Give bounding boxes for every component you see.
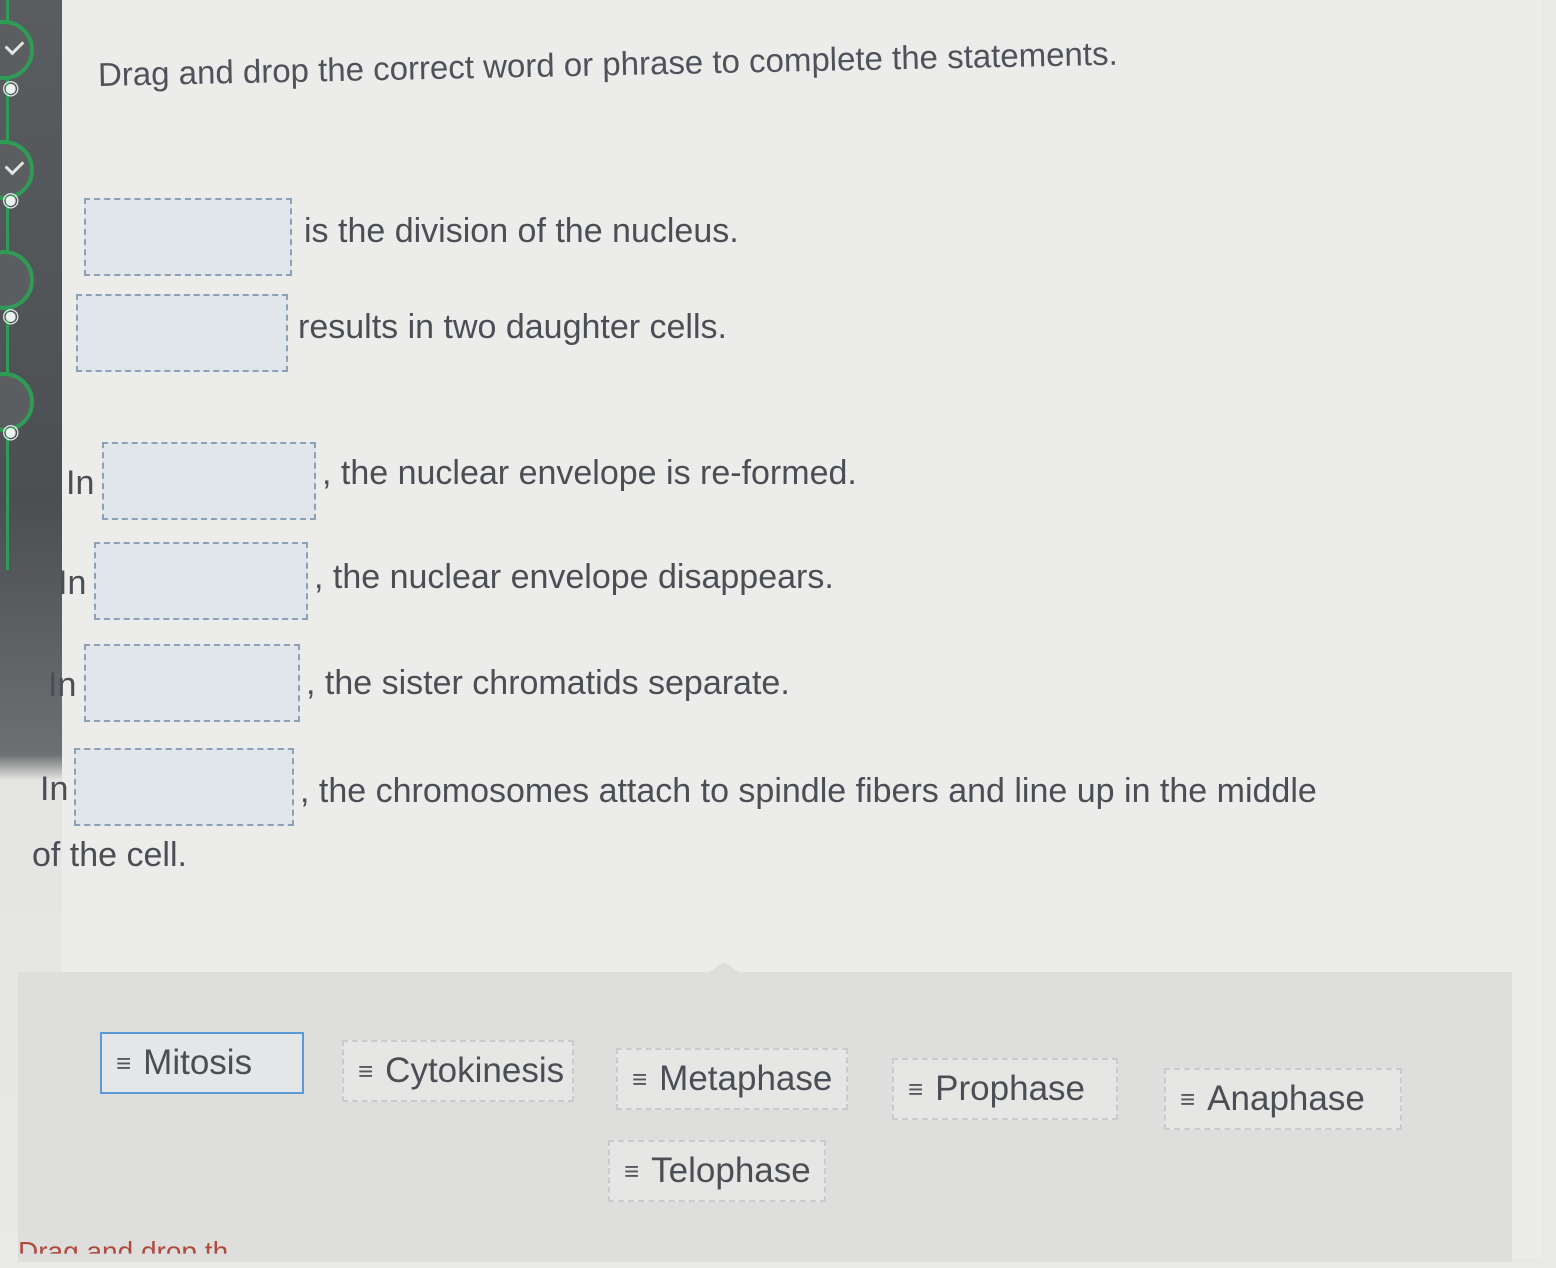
hidden-eye-icon[interactable]: ◉ <box>2 304 32 328</box>
option-label: Mitosis <box>143 1043 253 1082</box>
drop-zone-2[interactable] <box>76 294 288 372</box>
drop-zone-4[interactable] <box>94 542 308 620</box>
drag-handle-icon: ≡ <box>116 1047 132 1078</box>
statement-3-prefix: In <box>66 464 95 502</box>
drag-handle-icon: ≡ <box>908 1073 924 1104</box>
check-icon <box>4 35 25 56</box>
option-label: Cytokinesis <box>385 1051 565 1090</box>
drag-handle-icon: ≡ <box>632 1063 648 1094</box>
option-prophase[interactable]: ≡ Prophase <box>892 1058 1118 1120</box>
statement-6-continuation: of the cell. <box>32 836 187 874</box>
hidden-eye-icon[interactable]: ◉ <box>2 76 32 100</box>
statement-3-suffix: , the nuclear envelope is re-formed. <box>322 454 857 492</box>
option-label: Prophase <box>935 1069 1085 1108</box>
drop-zone-5[interactable] <box>84 644 300 722</box>
next-question-heading: Drag and drop th <box>18 1236 229 1267</box>
option-cytokinesis[interactable]: ≡ Cytokinesis <box>342 1040 574 1102</box>
option-mitosis[interactable]: ≡ Mitosis <box>100 1032 304 1094</box>
drag-handle-icon: ≡ <box>624 1155 640 1186</box>
step-complete-3[interactable] <box>0 250 34 310</box>
option-telophase[interactable]: ≡ Telophase <box>608 1140 826 1202</box>
statement-6-prefix: In <box>40 770 69 808</box>
drag-handle-icon: ≡ <box>358 1055 374 1086</box>
option-label: Metaphase <box>659 1059 833 1098</box>
option-label: Anaphase <box>1207 1079 1365 1118</box>
statement-4-prefix: In <box>58 564 87 602</box>
statement-6-suffix: , the chromosomes attach to spindle fibe… <box>300 772 1317 810</box>
option-metaphase[interactable]: ≡ Metaphase <box>616 1048 848 1110</box>
statement-4-suffix: , the nuclear envelope disappears. <box>314 558 834 596</box>
drag-handle-icon: ≡ <box>1180 1083 1196 1114</box>
eye-icon[interactable]: ◉ <box>2 420 32 444</box>
drop-zone-3[interactable] <box>102 442 316 520</box>
option-label: Telophase <box>651 1151 811 1190</box>
statement-5-prefix: In <box>48 666 77 704</box>
step-complete-1[interactable] <box>0 20 34 80</box>
drop-zone-1[interactable] <box>84 198 292 276</box>
statement-2-suffix: results in two daughter cells. <box>298 308 727 346</box>
statement-5-suffix: , the sister chromatids separate. <box>306 664 790 702</box>
drop-zone-6[interactable] <box>74 748 294 826</box>
eye-icon[interactable]: ◉ <box>2 188 32 212</box>
option-anaphase[interactable]: ≡ Anaphase <box>1164 1068 1402 1130</box>
check-icon <box>4 155 25 176</box>
statement-1-suffix: is the division of the nucleus. <box>304 212 739 250</box>
